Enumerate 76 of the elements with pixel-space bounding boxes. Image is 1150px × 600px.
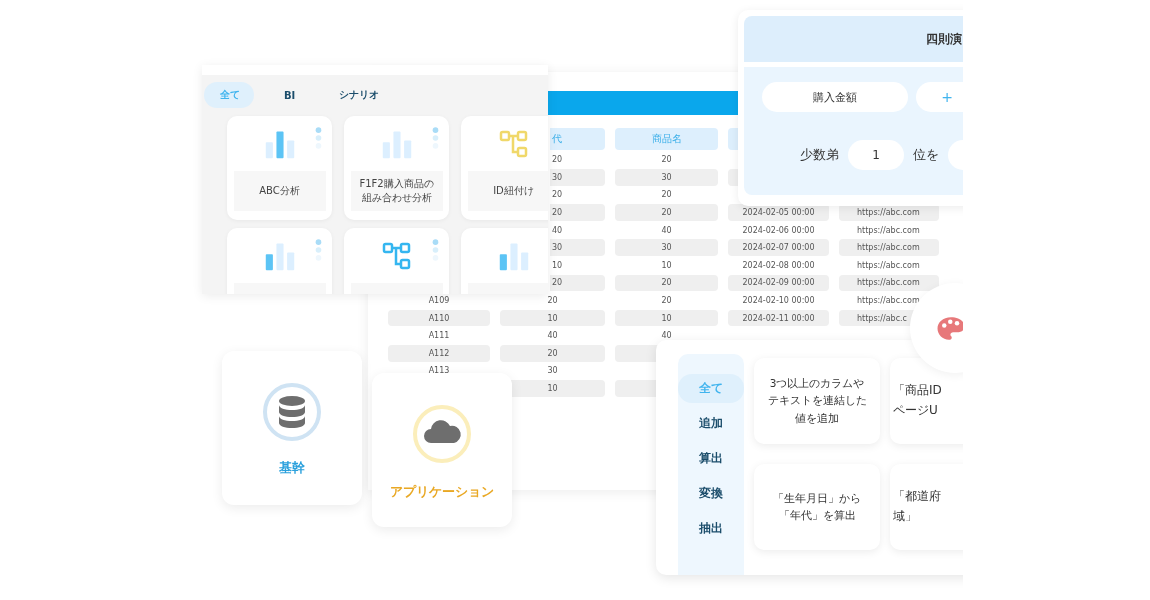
- sidebar-item[interactable]: 算出: [678, 444, 744, 473]
- process-card[interactable]: 3つ以上のカラムや テキストを連結した 値を追加: [754, 358, 880, 444]
- table-cell-text: 20: [660, 189, 673, 202]
- process-card[interactable]: 「生年月日」から 「年代」を算出: [754, 464, 880, 550]
- tab[interactable]: シナリオ: [323, 82, 394, 108]
- table-cell-text: 30: [546, 365, 559, 378]
- table-cell-text: 10: [551, 259, 564, 272]
- table-cell: 2024-02-05 00:00: [728, 204, 829, 221]
- table-cell: A110: [388, 309, 490, 327]
- card-label: 組み合わせ分析: [361, 191, 432, 205]
- table-cell-text: 20: [551, 154, 564, 167]
- table-cell: 20: [550, 204, 605, 221]
- table-cell: 30: [615, 169, 718, 186]
- analysis-card[interactable]: ID紐付け: [461, 116, 548, 220]
- sidebar-item[interactable]: 追加: [678, 409, 744, 438]
- table-cell-text: A109: [427, 295, 451, 308]
- table-cell-text: 40: [546, 330, 559, 343]
- card-text: 「商品ID: [893, 382, 942, 400]
- sidebar-item[interactable]: 変換: [678, 479, 744, 508]
- suffix-text: 位を: [913, 146, 939, 164]
- table-cell: https://abc.com: [839, 239, 939, 257]
- table-cell: 20: [550, 274, 605, 292]
- tab[interactable]: BI: [268, 82, 310, 108]
- table-cell: 2024-02-07 00:00: [728, 239, 829, 257]
- card-text: 「生年月日」から: [773, 490, 861, 506]
- card-text: 「都道府: [893, 488, 941, 506]
- table-cell: 10: [500, 309, 605, 327]
- cloud-icon: [412, 404, 472, 464]
- analysis-card[interactable]: ABC分析: [227, 116, 332, 220]
- panel-title: 四則演: [744, 16, 963, 62]
- table-cell-text: 40: [551, 224, 564, 237]
- database-icon: [262, 382, 322, 442]
- digits-field[interactable]: 1: [848, 140, 904, 170]
- table-cell: 30: [550, 169, 605, 186]
- table-cell: 20: [615, 274, 718, 292]
- table-cell-text: 2024-02-06 00:00: [741, 224, 816, 237]
- table-cell-text: 20: [660, 154, 673, 167]
- card-text: ページU: [893, 402, 938, 419]
- table-cell-text: https://abc.com: [856, 295, 921, 308]
- table-cell-text: 40: [660, 330, 673, 343]
- table-cell: 30: [615, 239, 718, 257]
- table-cell: 30: [550, 239, 605, 257]
- table-cell-text: https://abc.com: [856, 259, 921, 272]
- table-cell: 2024-02-09 00:00: [728, 274, 829, 292]
- sidebar-item[interactable]: 抽出: [678, 514, 744, 543]
- card-label: F1F2購入商品の: [359, 177, 434, 191]
- table-cell-text: 20: [546, 295, 559, 308]
- table-cell: 20: [500, 345, 605, 362]
- table-cell: 2024-02-11 00:00: [728, 309, 829, 327]
- card-text: 「年代」を算出: [778, 508, 856, 523]
- card-label: ABC分析: [259, 184, 300, 198]
- table-cell: 20: [615, 204, 718, 221]
- table-cell-text: 20: [660, 295, 673, 308]
- process-card[interactable]: 「都道府 域」: [890, 464, 963, 550]
- table-cell: 10: [615, 309, 718, 327]
- table-cell-text: 20: [551, 189, 564, 202]
- process-card[interactable]: 「商品ID ページU: [890, 358, 963, 444]
- table-cell-text: 40: [660, 224, 673, 237]
- table-cell-text: https://abc.com: [856, 224, 921, 237]
- analysis-card[interactable]: F1F2購入商品の 組み合わせ分析: [344, 116, 449, 220]
- column-header: 代: [550, 128, 605, 150]
- card-text: 域」: [893, 508, 917, 525]
- card-text: テキストを連結した: [767, 393, 867, 409]
- table-cell-text: 10: [660, 259, 673, 272]
- category-label: 基幹: [279, 460, 305, 477]
- table-cell: A112: [388, 345, 490, 362]
- prefix-text: 少数弟: [800, 146, 839, 164]
- card-text: 値を追加: [795, 410, 839, 426]
- table-cell-text: 2024-02-08 00:00: [741, 259, 816, 272]
- operand-field[interactable]: 購入金額: [762, 82, 908, 112]
- table-cell-text: 2024-02-10 00:00: [741, 295, 816, 308]
- table-cell-text: A111: [427, 330, 451, 343]
- card-text: 3つ以上のカラムや: [769, 376, 865, 392]
- card-label: ID紐付け: [493, 184, 534, 198]
- category-label: アプリケーション: [390, 484, 494, 501]
- column-header: 商品名: [615, 128, 718, 150]
